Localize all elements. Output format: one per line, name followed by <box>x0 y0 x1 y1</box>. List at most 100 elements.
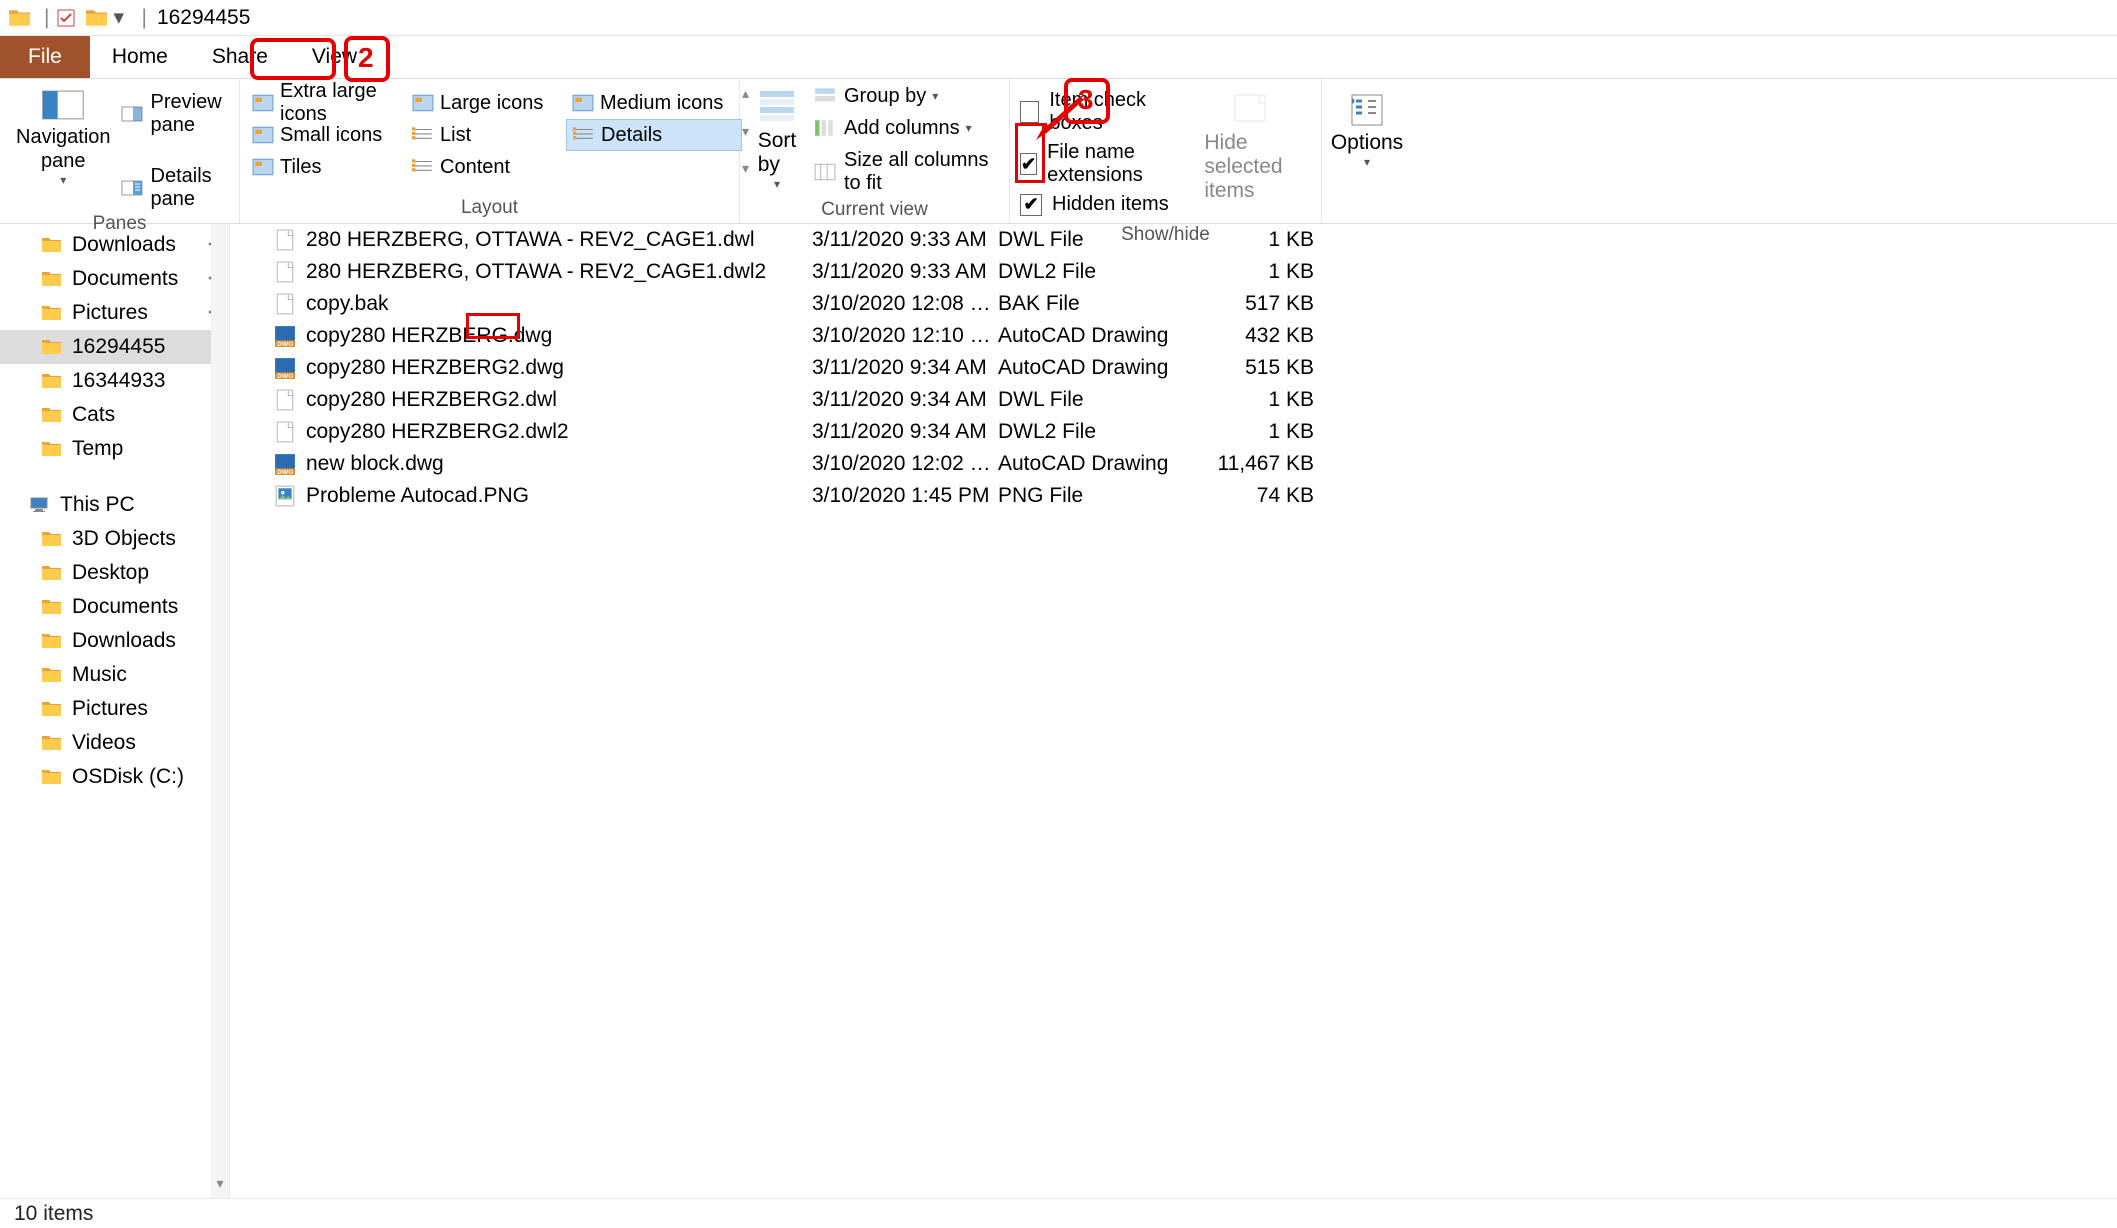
file-row[interactable]: new block.dwg 3/10/2020 12:02 … AutoCAD … <box>230 448 2117 480</box>
tab-file[interactable]: File <box>0 36 90 78</box>
dwg-icon <box>274 325 296 347</box>
tab-share[interactable]: Share <box>190 36 290 78</box>
nav-item-downloads[interactable]: Downloads <box>0 624 229 658</box>
folder-icon <box>40 699 62 719</box>
sort-by-button[interactable]: Sort by ▾ <box>746 83 808 197</box>
nav-item-label: Pictures <box>72 301 148 325</box>
navigation-pane-button[interactable]: Navigation pane ▾ <box>6 83 121 211</box>
file-name-extensions-toggle[interactable]: ✔ File name extensions <box>1020 141 1184 187</box>
file-size: 517 KB <box>1206 292 1322 316</box>
sort-by-label: Sort by <box>758 129 797 177</box>
item-check-boxes-toggle[interactable]: Item check boxes <box>1020 89 1184 135</box>
layout-icon <box>252 126 274 144</box>
file-row[interactable]: Probleme Autocad.PNG 3/10/2020 1:45 PM P… <box>230 480 2117 512</box>
file-icon <box>274 293 296 315</box>
chevron-down-icon: ▾ <box>966 121 972 135</box>
folder-icon <box>40 767 62 787</box>
nav-item-downloads[interactable]: Downloads <box>0 228 229 262</box>
folder-icon <box>40 529 62 549</box>
folder-icon <box>40 631 62 651</box>
file-date: 3/11/2020 9:34 AM <box>812 388 998 412</box>
file-size: 1 KB <box>1206 388 1322 412</box>
png-icon <box>274 485 296 507</box>
file-list[interactable]: 280 HERZBERG, OTTAWA - REV2_CAGE1.dwl 3/… <box>230 224 2117 1198</box>
add-columns-button[interactable]: Add columns▾ <box>814 117 1003 140</box>
layout-small[interactable]: Small icons <box>246 119 406 151</box>
nav-scrollbar[interactable]: ▾ <box>211 224 229 1198</box>
folder-icon <box>40 405 62 425</box>
file-name: copy280 HERZBERG2.dwl2 <box>306 420 569 444</box>
folder-icon <box>40 665 62 685</box>
folder-icon <box>40 303 62 323</box>
nav-item-desktop[interactable]: Desktop <box>0 556 229 590</box>
layout-content[interactable]: Content <box>406 151 566 183</box>
file-row[interactable]: copy.bak 3/10/2020 12:08 … BAK File 517 … <box>230 288 2117 320</box>
tab-home[interactable]: Home <box>90 36 190 78</box>
layout-large[interactable]: Large icons <box>406 87 566 119</box>
navigation-tree[interactable]: Downloads Documents Pictures 16294455 16… <box>0 224 230 1198</box>
options-button[interactable]: Options ▾ <box>1317 83 1417 195</box>
file-icon <box>274 421 296 443</box>
nav-item-label: Music <box>72 663 127 687</box>
quick-access-dropdown[interactable]: ▾ <box>113 5 125 30</box>
layout-icon <box>252 94 274 112</box>
folder-icon <box>40 439 62 459</box>
hide-selected-items-button[interactable]: Hide selected items <box>1188 83 1315 222</box>
quick-access-checkbox-icon[interactable] <box>55 7 77 29</box>
hidden-items-toggle[interactable]: ✔ Hidden items <box>1020 193 1184 216</box>
checkbox-icon <box>1020 101 1039 123</box>
tab-view[interactable]: View <box>290 36 379 78</box>
nav-item-videos[interactable]: Videos <box>0 726 229 760</box>
file-type: PNG File <box>998 484 1206 508</box>
nav-item-documents[interactable]: Documents <box>0 262 229 296</box>
layout-extra-large[interactable]: Extra large icons <box>246 87 406 119</box>
file-row[interactable]: 280 HERZBERG, OTTAWA - REV2_CAGE1.dwl 3/… <box>230 224 2117 256</box>
file-type: AutoCAD Drawing <box>998 324 1206 348</box>
file-type: DWL File <box>998 228 1206 252</box>
layout-medium[interactable]: Medium icons <box>566 87 742 119</box>
file-row[interactable]: copy280 HERZBERG2.dwl 3/11/2020 9:34 AM … <box>230 384 2117 416</box>
chevron-down-icon: ▾ <box>774 177 780 191</box>
layout-tiles[interactable]: Tiles <box>246 151 406 183</box>
file-name: 280 HERZBERG, OTTAWA - REV2_CAGE1.dwl <box>306 228 755 252</box>
nav-item-osdisk-c-[interactable]: OSDisk (C:) <box>0 760 229 794</box>
folder-icon <box>85 7 107 29</box>
preview-pane-button[interactable]: Preview pane <box>121 91 233 137</box>
nav-item-pictures[interactable]: Pictures <box>0 692 229 726</box>
file-size: 1 KB <box>1206 260 1322 284</box>
nav-item-label: Cats <box>72 403 115 427</box>
layout-icon <box>572 94 594 112</box>
nav-this-pc[interactable]: This PC <box>0 488 229 522</box>
nav-item-music[interactable]: Music <box>0 658 229 692</box>
item-count: 10 items <box>14 1202 93 1226</box>
details-pane-icon <box>121 179 143 197</box>
file-row[interactable]: copy280 HERZBERG2.dwg 3/11/2020 9:34 AM … <box>230 352 2117 384</box>
file-name: new block.dwg <box>306 452 444 476</box>
nav-item-label: Pictures <box>72 697 148 721</box>
layout-list[interactable]: List <box>406 119 566 151</box>
file-date: 3/10/2020 12:02 … <box>812 452 998 476</box>
nav-item-documents[interactable]: Documents <box>0 590 229 624</box>
layout-icon <box>412 158 434 176</box>
nav-item-16344933[interactable]: 16344933 <box>0 364 229 398</box>
file-row[interactable]: copy280 HERZBERG2.dwl2 3/11/2020 9:34 AM… <box>230 416 2117 448</box>
nav-item-16294455[interactable]: 16294455 <box>0 330 229 364</box>
hide-items-icon <box>1231 89 1273 131</box>
sort-icon <box>756 89 798 129</box>
hide-selected-label: Hide selected items <box>1204 131 1299 203</box>
file-row[interactable]: copy280 HERZBERG.dwg 3/10/2020 12:10 … A… <box>230 320 2117 352</box>
group-by-button[interactable]: Group by▾ <box>814 85 1003 108</box>
file-type: DWL2 File <box>998 420 1206 444</box>
file-row[interactable]: 280 HERZBERG, OTTAWA - REV2_CAGE1.dwl2 3… <box>230 256 2117 288</box>
folder-icon <box>40 337 62 357</box>
nav-item-cats[interactable]: Cats <box>0 398 229 432</box>
file-name: copy280 HERZBERG2.dwl <box>306 388 557 412</box>
layout-details[interactable]: Details <box>566 119 742 151</box>
nav-item-pictures[interactable]: Pictures <box>0 296 229 330</box>
details-pane-button[interactable]: Details pane <box>121 165 233 211</box>
nav-item-3d-objects[interactable]: 3D Objects <box>0 522 229 556</box>
separator: | <box>141 6 146 30</box>
nav-item-temp[interactable]: Temp <box>0 432 229 466</box>
size-all-columns-button[interactable]: Size all columns to fit <box>814 149 1003 195</box>
file-name: copy280 HERZBERG2.dwg <box>306 356 564 380</box>
